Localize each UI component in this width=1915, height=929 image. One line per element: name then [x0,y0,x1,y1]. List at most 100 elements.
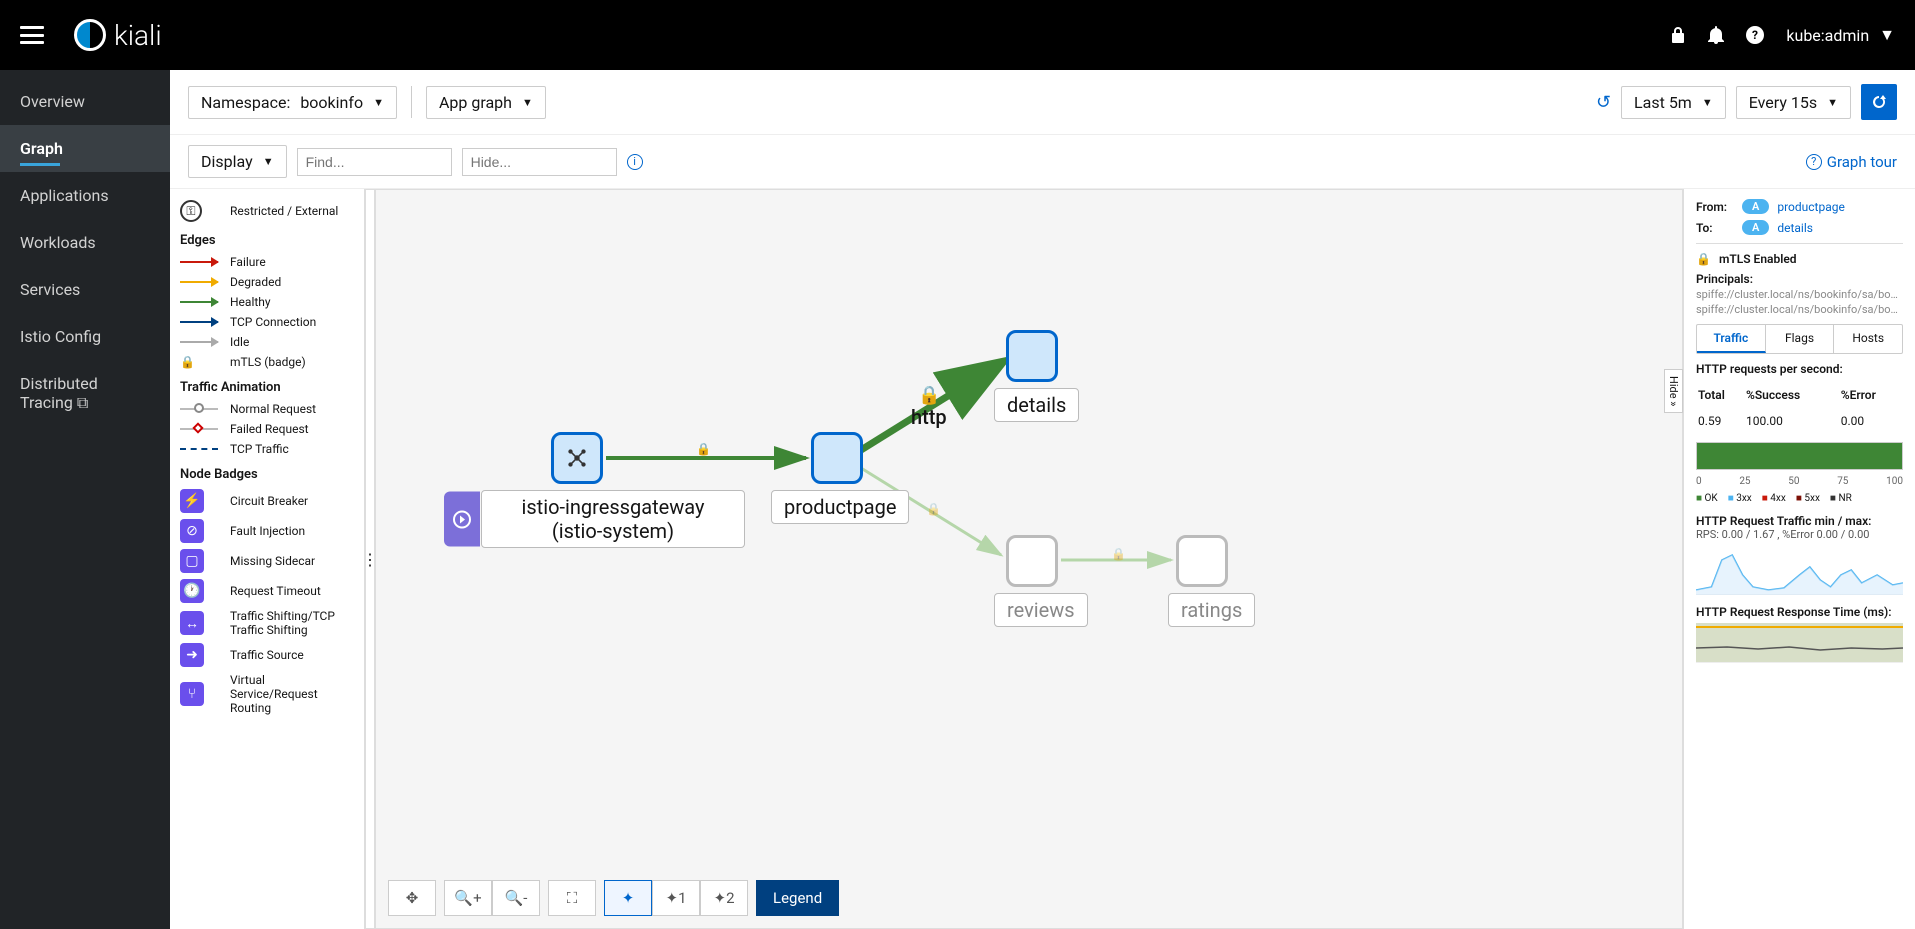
legend-label: Idle [230,335,249,349]
graph-canvas[interactable]: 🔒 🔒 http 🔒 🔒 istio-ingressgateway [375,189,1683,929]
virtual-service-icon: ⑂ [180,682,204,706]
anim-failed-icon [180,428,218,430]
sidebar-item-istio-config[interactable]: Istio Config [0,313,170,360]
legend-section-badges: Node Badges [180,467,354,482]
layout-default-button[interactable]: ✦ [604,880,652,916]
refresh-button[interactable] [1861,84,1897,120]
from-label: From: [1696,200,1734,214]
traffic-source-badge-icon [444,492,480,547]
anim-normal-icon [180,408,218,410]
arrow-tcp-icon [180,321,218,323]
user-menu[interactable]: kube:admin ▼ [1786,25,1895,45]
duration-selector[interactable]: Last 5m ▼ [1621,86,1726,119]
fit-button[interactable]: ⛶ [548,880,596,916]
from-link[interactable]: productpage [1777,200,1845,214]
display-selector[interactable]: Display ▼ [188,145,287,178]
chart-legend: OK 3xx 4xx 5xx NR [1696,493,1903,504]
graph-type-selector[interactable]: App graph ▼ [426,86,546,119]
node-ratings[interactable]: ratings [1176,535,1228,587]
node-gateway[interactable]: istio-ingressgateway (istio-system) [551,432,603,484]
sidebar-item-graph[interactable]: Graph [0,125,170,172]
legend-label: Request Timeout [230,584,321,598]
legend-label: Missing Sidecar [230,554,315,568]
kiali-logo-icon [74,19,106,51]
brand-logo[interactable]: kiali [74,19,162,52]
sidebar-item-distributed-tracing[interactable]: Distributed Tracing⧉ [0,360,170,427]
response-time-title: HTTP Request Response Time (ms): [1696,605,1903,619]
legend-label: Normal Request [230,402,316,416]
arrow-failure-icon [180,261,218,263]
legend-label: Circuit Breaker [230,494,308,508]
hide-input[interactable] [462,148,617,176]
lock-icon: 🔒 [1696,252,1711,266]
mtls-status: mTLS Enabled [1719,252,1797,266]
node-productpage[interactable]: productpage [811,432,863,484]
sidebar-item-services[interactable]: Services [0,266,170,313]
bell-icon[interactable] [1708,26,1724,44]
toolbar-primary: Namespace: bookinfo ▼ App graph ▼ ↺ Last… [170,70,1915,135]
legend-label: Degraded [230,275,281,289]
tab-flags[interactable]: Flags [1766,325,1835,353]
sidebar-item-workloads[interactable]: Workloads [0,219,170,266]
help-icon[interactable]: ? [1746,26,1764,44]
layout-2-button[interactable]: ✦2 [700,880,748,916]
legend-label: Restricted / External [230,204,338,218]
node-details[interactable]: details [1006,330,1058,382]
minmax-detail: RPS: 0.00 / 1.67 , %Error 0.00 / 0.00 [1696,528,1903,541]
refresh-interval-selector[interactable]: Every 15s ▼ [1736,86,1851,119]
namespace-selector[interactable]: Namespace: bookinfo ▼ [188,86,397,119]
node-reviews[interactable]: reviews [1006,535,1058,587]
info-icon[interactable]: i [627,154,643,170]
legend-label: Virtual Service/Request Routing [230,673,354,715]
mtls-lock-icon: 🔒 [696,442,711,456]
graph-toolbar: ✥ 🔍+ 🔍- ⛶ ✦ ✦1 ✦2 Legend [388,880,839,916]
tab-hosts[interactable]: Hosts [1834,325,1902,353]
caret-down-icon: ▼ [263,155,274,168]
zoom-out-button[interactable]: 🔍- [492,880,540,916]
find-input[interactable] [297,148,452,176]
username: kube:admin [1786,26,1869,45]
principal-value: spiffe://cluster.local/ns/bookinfo/sa/bo… [1696,288,1903,301]
legend-label: mTLS (badge) [230,355,306,369]
legend-panel: ⚿Restricted / External Edges Failure Deg… [170,189,365,929]
app-badge: A [1742,199,1769,214]
table-row: 0.59100.000.00 [1698,408,1901,434]
arrow-idle-icon [180,341,218,343]
tab-traffic[interactable]: Traffic [1697,325,1766,353]
legend-label: Failure [230,255,266,269]
http-table: Total%Success%Error 0.59100.000.00 [1696,382,1903,436]
mtls-lock-icon: 🔒 [926,502,941,516]
svg-text:?: ? [1752,28,1758,42]
drag-button[interactable]: ✥ [388,880,436,916]
hamburger-menu[interactable] [20,26,44,44]
mtls-lock-icon: 🔒 [1111,547,1126,561]
side-panel-tabs: Traffic Flags Hosts [1696,324,1903,354]
graph-tour-button[interactable]: ? Graph tour [1806,153,1897,171]
legend-label: TCP Connection [230,315,316,329]
topbar: kiali ? kube:admin ▼ [0,0,1915,70]
layout-1-button[interactable]: ✦1 [652,880,700,916]
legend-collapse-handle[interactable]: ⋮ [365,189,375,929]
principals-label: Principals: [1696,272,1903,286]
minmax-title: HTTP Request Traffic min / max: [1696,514,1903,528]
zoom-in-button[interactable]: 🔍+ [444,880,492,916]
legend-button[interactable]: Legend [756,880,839,916]
caret-down-icon: ▼ [373,96,384,109]
request-timeout-icon: 🕐 [180,579,204,603]
sidebar-item-overview[interactable]: Overview [0,78,170,125]
side-panel-hide-handle[interactable]: Hide » [1664,369,1683,413]
external-link-icon: ⧉ [77,393,88,412]
legend-label: Traffic Shifting/TCP Traffic Shifting [230,609,354,637]
edge-label: http [911,405,947,429]
divider [411,86,412,118]
toolbar-secondary: Display ▼ i ? Graph tour [170,135,1915,189]
principal-value: spiffe://cluster.local/ns/bookinfo/sa/bo… [1696,303,1903,316]
sidebar-item-applications[interactable]: Applications [0,172,170,219]
response-time-sparkline [1696,623,1903,663]
legend-section-edges: Edges [180,233,354,248]
lock-icon[interactable] [1670,26,1686,44]
fault-injection-icon: ⊘ [180,519,204,543]
to-link[interactable]: details [1777,221,1813,235]
gateway-icon [564,445,590,471]
history-icon[interactable]: ↺ [1596,92,1611,113]
